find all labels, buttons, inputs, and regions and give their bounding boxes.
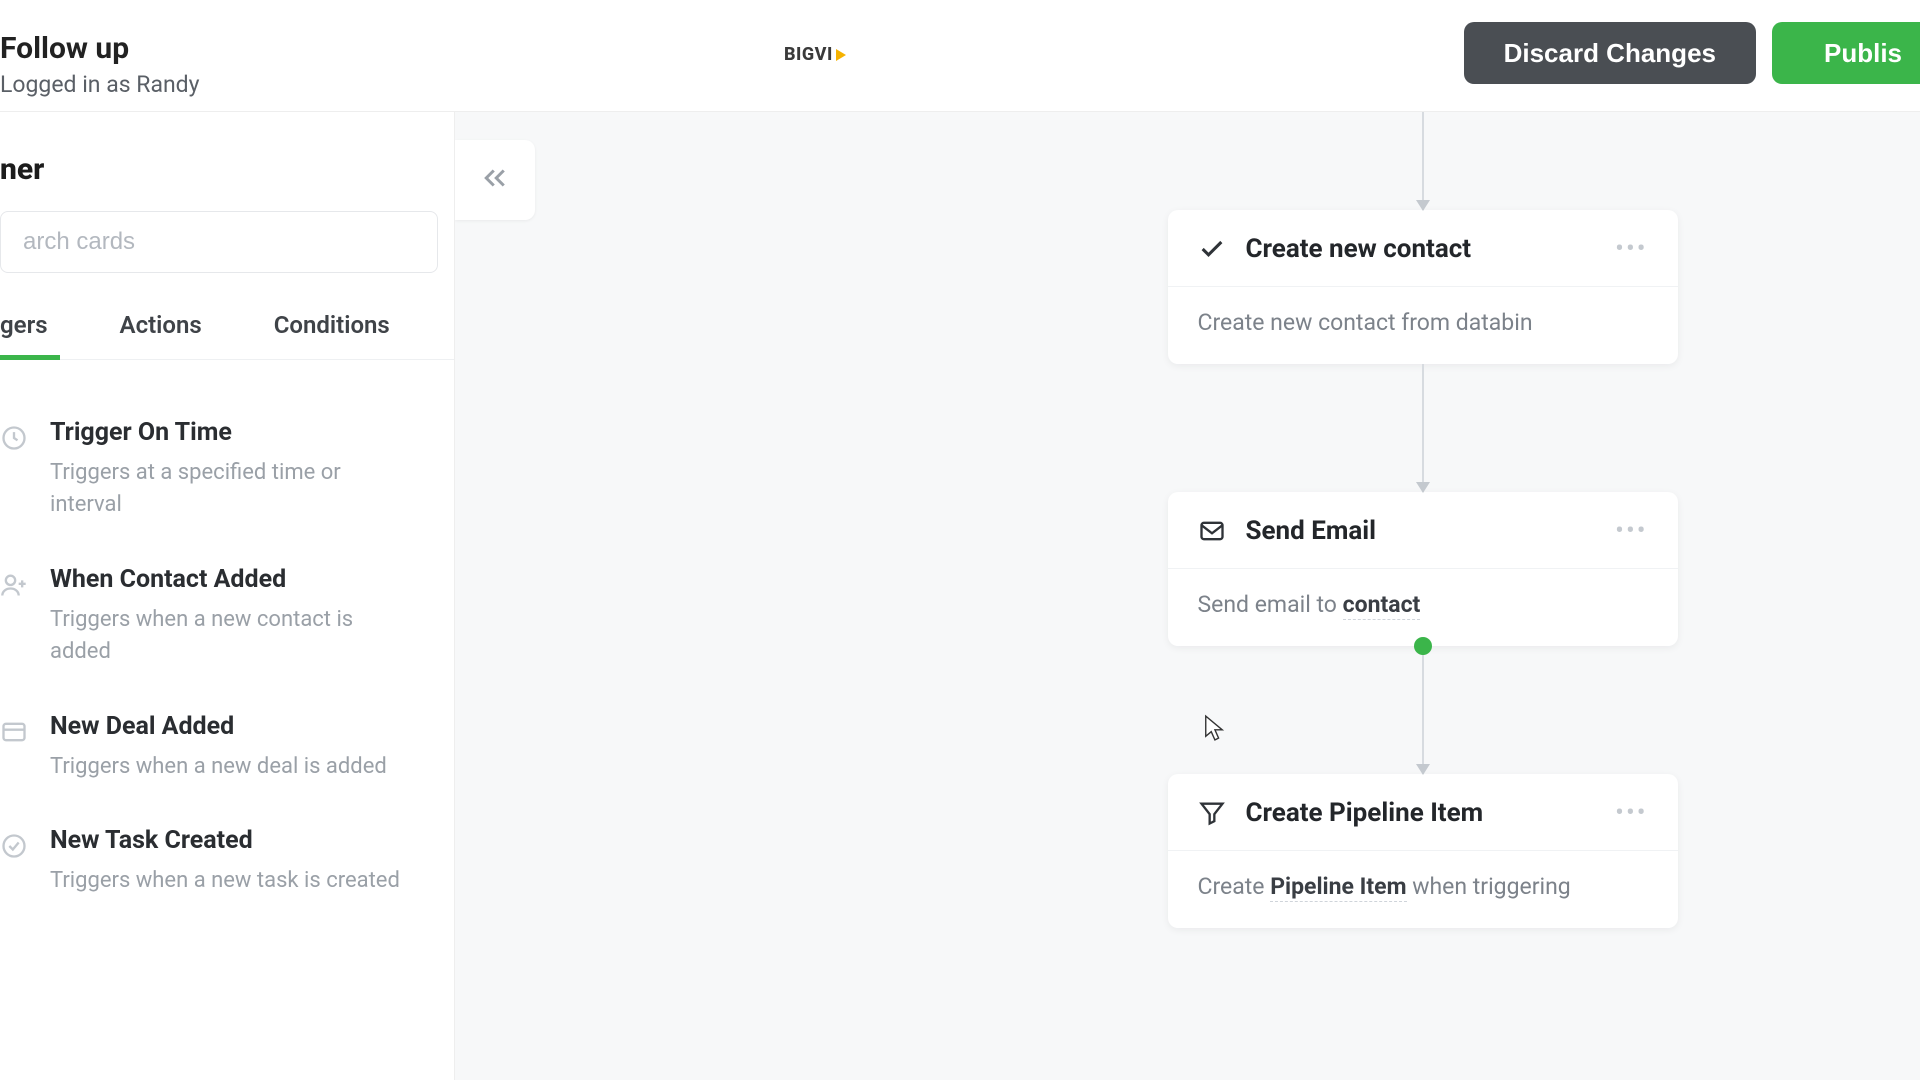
card-texts: New Task Created Triggers when a new tas…	[50, 826, 424, 897]
designer-sidebar: ner gers Actions Conditions Trigger On T…	[0, 112, 455, 1080]
sidebar-tabs: gers Actions Conditions	[0, 311, 454, 360]
node-body: Send email to contact	[1168, 569, 1678, 646]
check-circle-icon	[0, 832, 28, 860]
card-desc: Triggers when a new task is created	[50, 865, 410, 897]
node-title: Send Email	[1246, 516, 1596, 546]
node-header: Create Pipeline Item •••	[1168, 774, 1678, 851]
main-area: ner gers Actions Conditions Trigger On T…	[0, 112, 1920, 1080]
node-menu-button[interactable]: •••	[1615, 798, 1647, 828]
funnel-icon	[1198, 799, 1226, 827]
arrow-down-icon	[1416, 482, 1430, 493]
flow-edge	[1422, 112, 1424, 210]
card-title: When Contact Added	[50, 565, 424, 594]
card-desc: Triggers when a new contact is added	[50, 604, 410, 668]
add-step-handle[interactable]	[1414, 637, 1432, 655]
node-header: Create new contact •••	[1168, 210, 1678, 287]
card-when-contact-added[interactable]: When Contact Added Triggers when a new c…	[0, 543, 454, 690]
node-body-suffix: when triggering	[1407, 873, 1571, 900]
node-title: Create Pipeline Item	[1246, 798, 1596, 828]
card-new-task-created[interactable]: New Task Created Triggers when a new tas…	[0, 804, 454, 919]
node-menu-button[interactable]: •••	[1615, 234, 1647, 264]
card-desc: Triggers when a new deal is added	[50, 751, 410, 783]
user-plus-icon	[0, 571, 28, 599]
collapse-sidebar-button[interactable]	[455, 140, 535, 220]
node-header: Send Email •••	[1168, 492, 1678, 569]
card-title: New Task Created	[50, 826, 424, 855]
logged-in-text: Logged in as Randy	[0, 71, 200, 98]
node-body-text: Create new contact from databin	[1198, 309, 1533, 336]
check-icon	[1198, 235, 1226, 263]
brand-logo: BIGVI	[784, 44, 846, 65]
card-title: New Deal Added	[50, 712, 424, 741]
workflow-title: Follow up	[0, 32, 200, 65]
node-menu-button[interactable]: •••	[1615, 516, 1647, 546]
trigger-card-list: Trigger On Time Triggers at a specified …	[0, 360, 454, 919]
arrow-down-icon	[1416, 200, 1430, 211]
card-new-deal-added[interactable]: New Deal Added Triggers when a new deal …	[0, 690, 454, 805]
brand-logo-triangle-icon	[836, 49, 846, 61]
node-body-chip[interactable]: contact	[1343, 591, 1421, 620]
discard-changes-button[interactable]: Discard Changes	[1464, 22, 1756, 84]
arrow-down-icon	[1416, 764, 1430, 775]
node-body: Create new contact from databin	[1168, 287, 1678, 364]
node-title: Create new contact	[1246, 234, 1596, 264]
header-left: Follow up Logged in as Randy	[0, 14, 200, 98]
node-body-chip[interactable]: Pipeline Item	[1270, 873, 1406, 902]
app-header: Follow up Logged in as Randy BIGVI Disca…	[0, 0, 1920, 112]
header-actions: Discard Changes Publis	[1464, 22, 1920, 84]
brand-logo-text: BIGVI	[784, 44, 833, 65]
search-wrap	[0, 211, 454, 273]
node-body-prefix: Create	[1198, 873, 1271, 900]
workflow-canvas[interactable]: Create new contact ••• Create new contac…	[455, 112, 1920, 1080]
flow-edge	[1422, 646, 1424, 774]
sidebar-title: ner	[0, 152, 454, 187]
node-body-prefix: Send email to	[1198, 591, 1343, 618]
node-send-email[interactable]: Send Email ••• Send email to contact	[1168, 492, 1678, 646]
clock-icon	[0, 424, 28, 452]
card-texts: Trigger On Time Triggers at a specified …	[50, 418, 424, 521]
node-body: Create Pipeline Item when triggering	[1168, 851, 1678, 928]
flow-column: Create new contact ••• Create new contac…	[1168, 112, 1678, 928]
card-texts: When Contact Added Triggers when a new c…	[50, 565, 424, 668]
search-cards-input[interactable]	[0, 211, 438, 273]
node-create-new-contact[interactable]: Create new contact ••• Create new contac…	[1168, 210, 1678, 364]
tab-actions[interactable]: Actions	[120, 311, 202, 359]
card-texts: New Deal Added Triggers when a new deal …	[50, 712, 424, 783]
node-create-pipeline-item[interactable]: Create Pipeline Item ••• Create Pipeline…	[1168, 774, 1678, 928]
card-desc: Triggers at a specified time or interval	[50, 457, 410, 521]
card-trigger-on-time[interactable]: Trigger On Time Triggers at a specified …	[0, 396, 454, 543]
deal-icon	[0, 718, 28, 746]
publish-button[interactable]: Publis	[1772, 22, 1920, 84]
card-title: Trigger On Time	[50, 418, 424, 447]
flow-edge	[1422, 364, 1424, 492]
chevrons-left-icon	[480, 163, 510, 197]
tab-triggers[interactable]: gers	[0, 311, 48, 359]
tab-conditions[interactable]: Conditions	[274, 311, 390, 359]
mail-icon	[1198, 517, 1226, 545]
